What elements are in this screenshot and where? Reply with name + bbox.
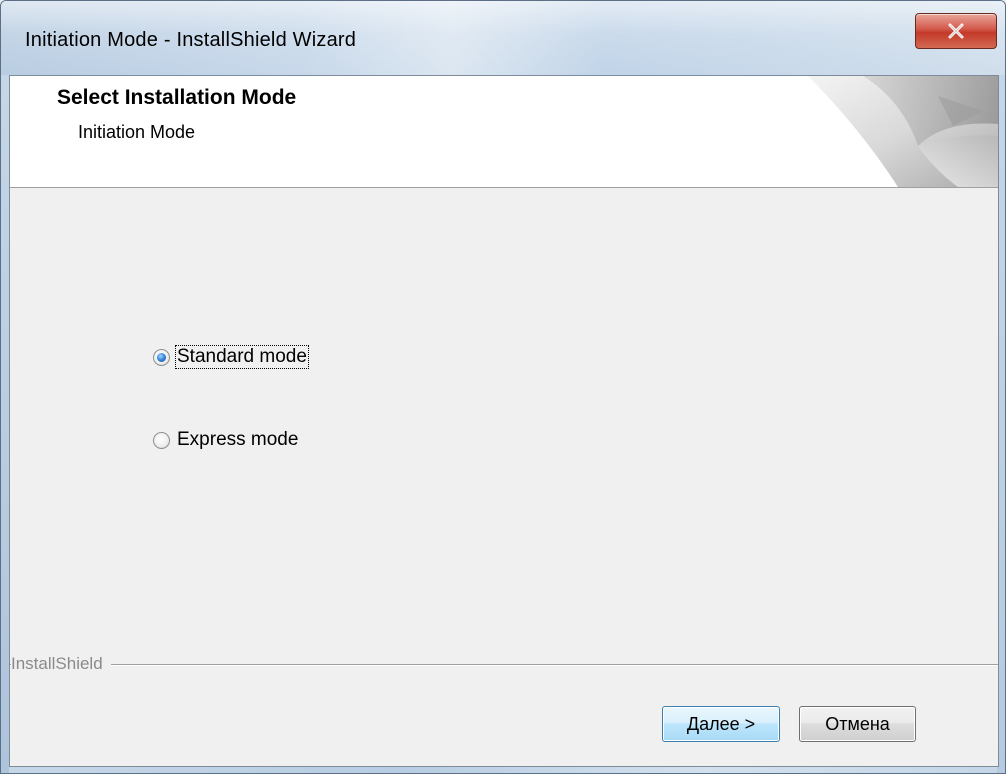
installshield-branding: InstallShield — [10, 654, 998, 674]
next-accelerator: Д — [686, 713, 700, 734]
header-subtitle: Initiation Mode — [78, 122, 196, 142]
cancel-button[interactable]: Отмена — [799, 706, 916, 742]
radio-selected-icon[interactable] — [153, 348, 170, 366]
next-button[interactable]: Далее > — [662, 706, 780, 742]
close-button[interactable] — [915, 13, 997, 49]
header-title: Select Installation Mode — [57, 86, 297, 109]
brand-text: InstallShield — [11, 654, 111, 674]
next-label: алее > — [699, 713, 756, 734]
window-title: Initiation Mode - InstallShield Wizard — [25, 29, 357, 51]
standard-mode-label: Standard mode — [175, 345, 309, 369]
window-frame-left — [1, 75, 9, 773]
installer-window: Initiation Mode - InstallShield Wizard S… — [0, 0, 1006, 774]
divider — [10, 664, 998, 666]
radio-unselected-icon[interactable] — [153, 431, 170, 449]
express-mode-label: Express mode — [177, 429, 299, 450]
dialog-client-area: Select Installation Mode Initiation Mode — [9, 75, 999, 767]
standard-mode-option[interactable]: Standard mode — [153, 345, 309, 369]
wizard-header: Select Installation Mode Initiation Mode — [10, 76, 998, 188]
title-bar[interactable]: Initiation Mode - InstallShield Wizard — [1, 1, 1005, 75]
close-icon — [947, 23, 965, 39]
page-curl-graphic — [808, 76, 998, 187]
express-mode-option[interactable]: Express mode — [153, 429, 299, 451]
cancel-label: Отмена — [825, 713, 890, 734]
